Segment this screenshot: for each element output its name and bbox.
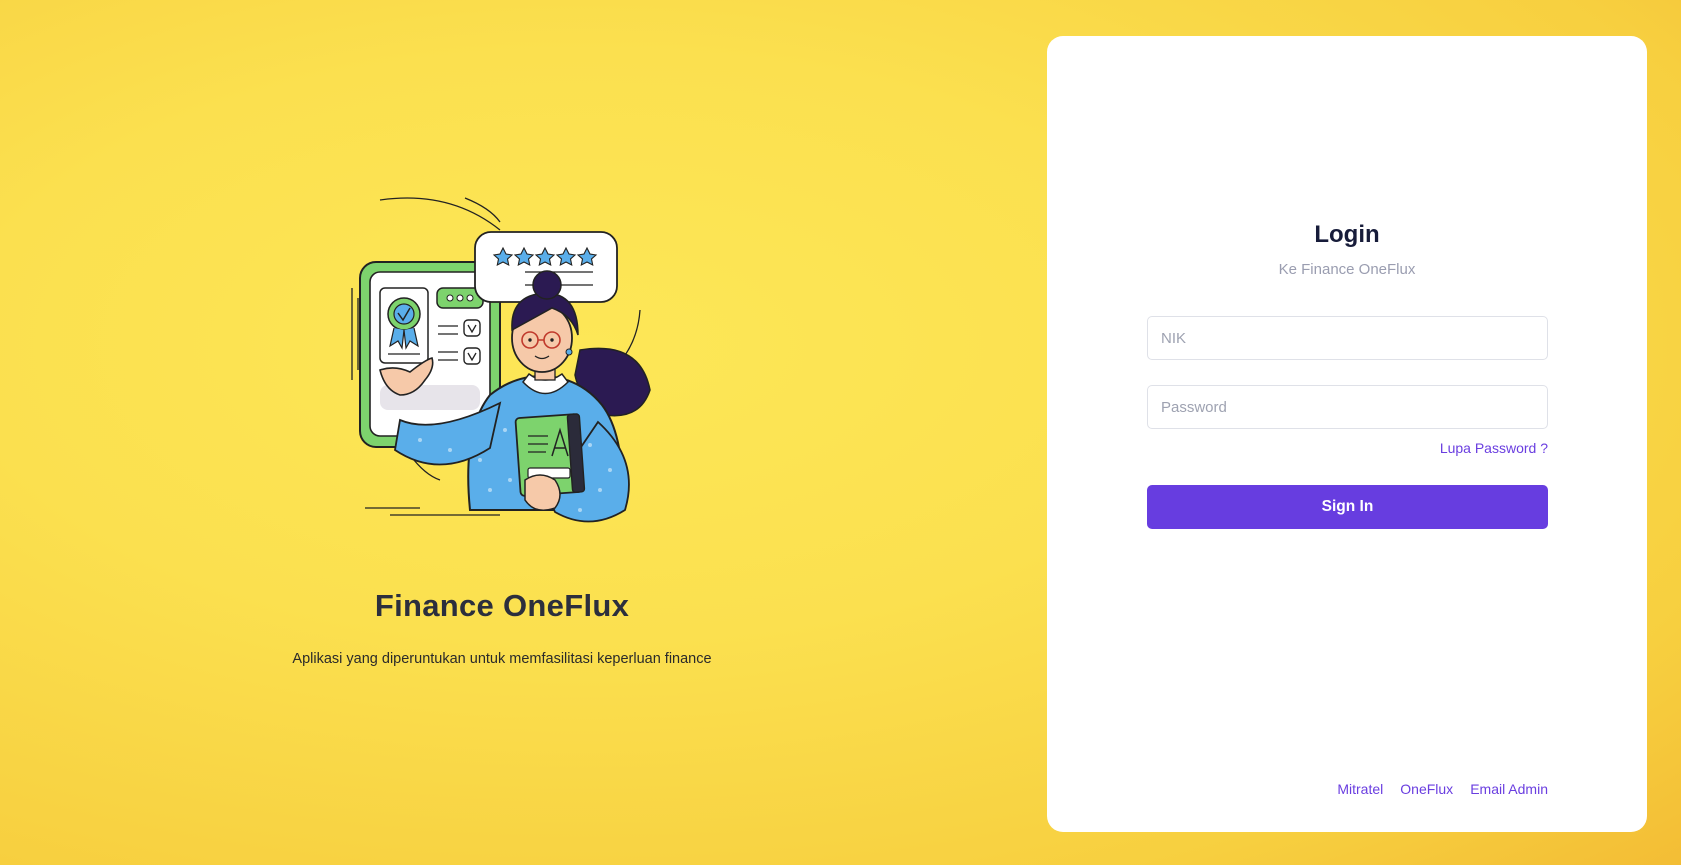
- forgot-password-link[interactable]: Lupa Password ?: [1440, 440, 1548, 456]
- brand-panel: Finance OneFlux Aplikasi yang diperuntuk…: [0, 0, 1047, 865]
- login-card: Login Ke Finance OneFlux Lupa Password ?…: [1047, 36, 1647, 832]
- login-subtitle: Ke Finance OneFlux: [1278, 261, 1416, 278]
- finance-illustration: [351, 197, 651, 523]
- brand-title: Finance OneFlux: [374, 588, 630, 623]
- password-input[interactable]: [1147, 385, 1548, 429]
- sign-in-button[interactable]: Sign In: [1147, 485, 1548, 529]
- nik-input[interactable]: [1147, 316, 1548, 360]
- footer-links: Mitratel OneFlux Email Admin: [1337, 781, 1548, 797]
- login-title: Login: [1314, 221, 1380, 248]
- footer-link-mitratel[interactable]: Mitratel: [1337, 781, 1383, 797]
- footer-link-oneflux[interactable]: OneFlux: [1400, 781, 1453, 797]
- footer-link-email-admin[interactable]: Email Admin: [1470, 781, 1548, 797]
- brand-subtitle: Aplikasi yang diperuntukan untuk memfasi…: [292, 651, 712, 667]
